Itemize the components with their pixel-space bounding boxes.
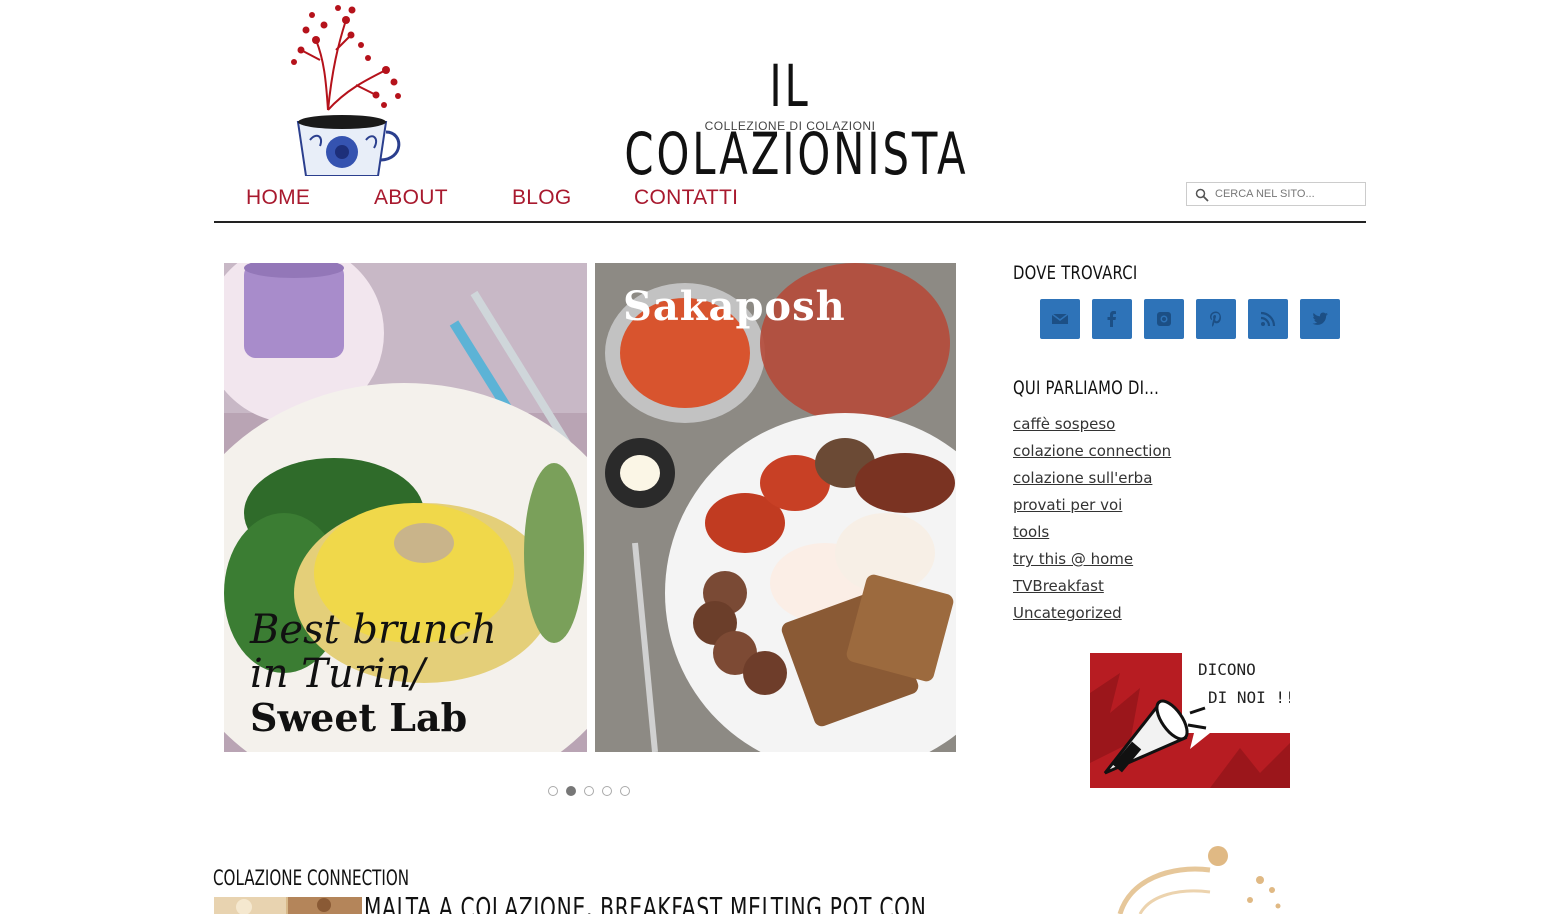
category-link-colazione-connection[interactable]: colazione connection	[1013, 442, 1171, 460]
press-banner-line2: DI NOI !!	[1208, 688, 1290, 707]
slide-sakaposh[interactable]: Sakaposh	[595, 263, 956, 752]
press-banner-line1: DICONO	[1198, 660, 1256, 679]
category-link-provati-per-voi[interactable]: provati per voi	[1013, 496, 1122, 514]
slider-dot-2[interactable]	[566, 786, 576, 796]
site-subtitle: COLLEZIONE DI COLAZIONI	[704, 119, 876, 133]
social-facebook-button[interactable]	[1092, 299, 1132, 339]
nav-item-home[interactable]: HOME	[246, 186, 310, 210]
list-item: try this @ home	[1013, 549, 1171, 576]
nav-item-contatti[interactable]: CONTATTI	[634, 186, 738, 210]
social-instagram-button[interactable]	[1144, 299, 1184, 339]
list-item: tools	[1013, 522, 1171, 549]
nav-item-about[interactable]: ABOUT	[374, 186, 448, 210]
twitter-icon	[1312, 312, 1328, 325]
social-email-button[interactable]	[1040, 299, 1080, 339]
slider-dot-5[interactable]	[620, 786, 630, 796]
slider-dot-1[interactable]	[548, 786, 558, 796]
slider-dot-4[interactable]	[602, 786, 612, 796]
press-banner[interactable]: DICONO DI NOI !!	[1090, 653, 1290, 788]
list-item: colazione sull'erba	[1013, 468, 1171, 495]
section-title-colazione-connection[interactable]: COLAZIONE CONNECTION	[213, 866, 409, 890]
category-list: caffè sospeso colazione connection colaz…	[1013, 414, 1171, 630]
instagram-icon	[1157, 312, 1171, 326]
email-icon	[1051, 313, 1069, 324]
post-thumbnail-image	[214, 897, 362, 914]
list-item: colazione connection	[1013, 441, 1171, 468]
widget-title-categories: QUI PARLIAMO DI...	[1013, 377, 1160, 399]
category-link-try-this-at-home[interactable]: try this @ home	[1013, 550, 1133, 568]
social-pinterest-button[interactable]	[1196, 299, 1236, 339]
search-box[interactable]	[1186, 182, 1366, 206]
nav-item-blog[interactable]: BLOG	[512, 186, 572, 210]
pinterest-icon	[1210, 311, 1221, 327]
search-input[interactable]	[1215, 185, 1363, 203]
featured-slider[interactable]: Best brunch in Turin/ Sweet Lab Sakaposh	[224, 263, 956, 752]
social-rss-button[interactable]	[1248, 299, 1288, 339]
list-item: provati per voi	[1013, 495, 1171, 522]
rss-icon	[1260, 311, 1276, 327]
main-nav: HOME ABOUT BLOG CONTATTI	[214, 176, 1366, 223]
category-link-tvbreakfast[interactable]: TVBreakfast	[1013, 577, 1104, 595]
list-item: TVBreakfast	[1013, 576, 1171, 603]
list-item: caffè sospeso	[1013, 414, 1171, 441]
slide-caption-best-brunch: Best brunch in Turin/ Sweet Lab	[250, 608, 497, 740]
slider-pagination	[548, 783, 638, 796]
slide-caption-line: Sweet Lab	[250, 695, 468, 740]
slide-image-full-breakfast	[595, 263, 956, 752]
coffee-stain-decoration	[1117, 846, 1281, 914]
slide-best-brunch[interactable]: Best brunch in Turin/ Sweet Lab	[224, 263, 587, 752]
search-icon[interactable]	[1195, 188, 1209, 202]
slide-caption-line: Best brunch	[250, 607, 497, 653]
widget-title-dove-trovarci: DOVE TROVARCI	[1013, 262, 1138, 284]
site-logo[interactable]	[276, 0, 416, 177]
facebook-icon	[1107, 311, 1116, 327]
category-link-tools[interactable]: tools	[1013, 523, 1049, 541]
teacup-with-berry-branch-icon	[291, 5, 401, 177]
social-twitter-button[interactable]	[1300, 299, 1340, 339]
category-link-colazione-sullerba[interactable]: colazione sull'erba	[1013, 469, 1152, 487]
list-item: Uncategorized	[1013, 603, 1171, 630]
category-link-caffe-sospeso[interactable]: caffè sospeso	[1013, 415, 1115, 433]
megaphone-icon: DICONO DI NOI !!	[1090, 653, 1290, 788]
slider-dot-3[interactable]	[584, 786, 594, 796]
slide-caption-line: in Turin/	[250, 651, 425, 697]
slide-caption-sakaposh: Sakaposh	[623, 283, 846, 330]
post-thumbnail[interactable]	[214, 897, 362, 914]
post-title[interactable]: MALTA A COLAZIONE, BREAKFAST MELTING POT…	[364, 891, 927, 914]
category-link-uncategorized[interactable]: Uncategorized	[1013, 604, 1122, 622]
